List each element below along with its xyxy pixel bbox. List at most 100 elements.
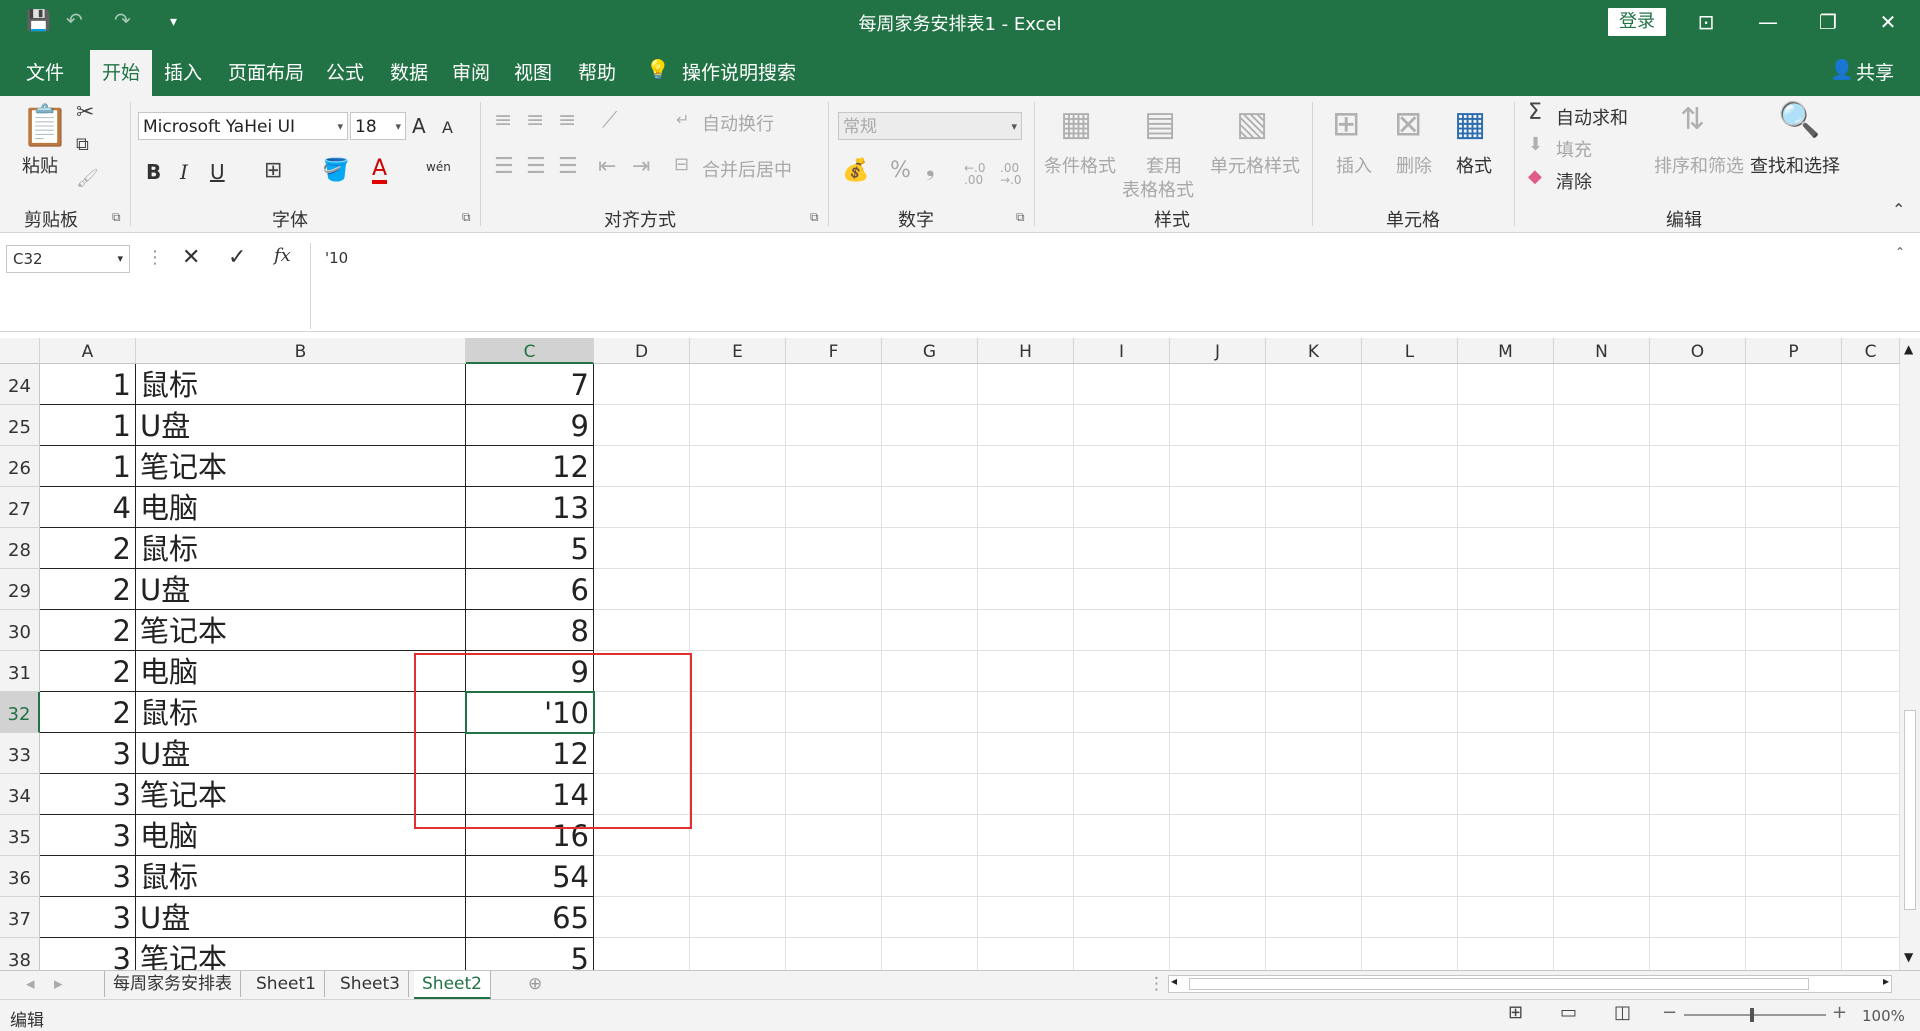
column-header-a[interactable]: A: [40, 338, 136, 364]
scroll-left-icon[interactable]: ◂: [1171, 974, 1177, 988]
cell-a[interactable]: 1: [40, 364, 136, 405]
cell-empty[interactable]: [1362, 938, 1458, 970]
cell-empty[interactable]: [690, 405, 786, 446]
select-all-corner[interactable]: [0, 338, 40, 364]
column-header-p[interactable]: P: [1746, 338, 1842, 364]
cell-empty[interactable]: [1746, 774, 1842, 815]
cell-empty[interactable]: [1746, 856, 1842, 897]
cell-empty[interactable]: [882, 405, 978, 446]
cell-empty[interactable]: [1362, 897, 1458, 938]
sheet-tab-weekly[interactable]: 每周家务安排表: [104, 971, 241, 997]
row-header[interactable]: 26: [0, 446, 40, 487]
cell-empty[interactable]: [1074, 733, 1170, 774]
number-launcher-icon[interactable]: ⧉: [1016, 210, 1025, 225]
cell-empty[interactable]: [1650, 651, 1746, 692]
cell-empty[interactable]: [1650, 815, 1746, 856]
orientation-icon[interactable]: ⟋: [602, 108, 617, 133]
cell-empty[interactable]: [882, 897, 978, 938]
column-header-n[interactable]: N: [1554, 338, 1650, 364]
cell-empty[interactable]: [690, 733, 786, 774]
cell-empty[interactable]: [1554, 569, 1650, 610]
merge-center-button[interactable]: 合并后居中: [702, 156, 792, 182]
cell-empty[interactable]: [690, 815, 786, 856]
increase-indent-icon[interactable]: ⇥: [632, 154, 650, 179]
paste-icon[interactable]: 📋: [20, 102, 70, 149]
cell-c[interactable]: 9: [466, 405, 594, 446]
cancel-edit-icon[interactable]: ✕: [182, 245, 200, 270]
cell-empty[interactable]: [1554, 774, 1650, 815]
column-header-j[interactable]: J: [1170, 338, 1266, 364]
cell-styles-button[interactable]: 单元格样式: [1210, 152, 1300, 178]
vertical-scrollbar[interactable]: ▲ ▼: [1900, 338, 1920, 970]
cell-empty[interactable]: [1266, 487, 1362, 528]
cell-empty[interactable]: [1554, 692, 1650, 733]
cell-empty[interactable]: [1362, 569, 1458, 610]
italic-button[interactable]: I: [180, 160, 188, 184]
cell-empty[interactable]: [1746, 897, 1842, 938]
wrap-text-button[interactable]: 自动换行: [702, 110, 774, 136]
cell-a[interactable]: 1: [40, 446, 136, 487]
tab-page-layout[interactable]: 页面布局: [228, 58, 304, 85]
cell-empty[interactable]: [1074, 364, 1170, 405]
tab-insert[interactable]: 插入: [164, 58, 202, 85]
cell-empty[interactable]: [1170, 692, 1266, 733]
column-header-o[interactable]: O: [1650, 338, 1746, 364]
cell-empty[interactable]: [882, 651, 978, 692]
close-icon[interactable]: ✕: [1868, 6, 1908, 38]
column-header-l[interactable]: L: [1362, 338, 1458, 364]
cell-empty[interactable]: [1746, 610, 1842, 651]
cell-empty[interactable]: [978, 364, 1074, 405]
cell-b[interactable]: U盘: [136, 405, 466, 446]
cell-empty[interactable]: [1554, 938, 1650, 970]
cell-empty[interactable]: [1554, 487, 1650, 528]
cell-empty[interactable]: [1842, 897, 1900, 938]
find-select-button[interactable]: 查找和选择: [1750, 152, 1840, 178]
column-header-k[interactable]: K: [1266, 338, 1362, 364]
collapse-ribbon-icon[interactable]: ⌃: [1892, 200, 1905, 219]
cell-empty[interactable]: [1266, 610, 1362, 651]
cell-a[interactable]: 3: [40, 774, 136, 815]
cell-empty[interactable]: [786, 569, 882, 610]
cell-empty[interactable]: [1170, 897, 1266, 938]
tab-data[interactable]: 数据: [390, 58, 428, 85]
cell-empty[interactable]: [1458, 610, 1554, 651]
row-header[interactable]: 36: [0, 856, 40, 897]
cell-empty[interactable]: [1650, 856, 1746, 897]
cell-empty[interactable]: [1362, 815, 1458, 856]
cell-empty[interactable]: [1170, 487, 1266, 528]
zoom-slider[interactable]: [1684, 1008, 1826, 1022]
cell-empty[interactable]: [1266, 897, 1362, 938]
column-header-e[interactable]: E: [690, 338, 786, 364]
cell-a[interactable]: 3: [40, 938, 136, 970]
page-break-view-icon[interactable]: ◫: [1614, 1002, 1631, 1023]
cell-empty[interactable]: [1074, 405, 1170, 446]
align-top-icon[interactable]: ≡: [494, 108, 512, 133]
cell-empty[interactable]: [594, 364, 690, 405]
insert-function-icon[interactable]: fx: [274, 245, 291, 266]
column-header-h[interactable]: H: [978, 338, 1074, 364]
fill-icon[interactable]: ⬇: [1528, 134, 1543, 155]
cell-b[interactable]: 电脑: [136, 487, 466, 528]
cell-empty[interactable]: [1170, 651, 1266, 692]
scroll-right-icon[interactable]: ▸: [1883, 974, 1889, 988]
cell-c[interactable]: 13: [466, 487, 594, 528]
cell-empty[interactable]: [882, 856, 978, 897]
cell-empty[interactable]: [1458, 938, 1554, 970]
cell-empty[interactable]: [786, 446, 882, 487]
scroll-up-icon[interactable]: ▲: [1904, 342, 1913, 356]
cell-a[interactable]: 2: [40, 651, 136, 692]
cell-a[interactable]: 3: [40, 815, 136, 856]
row-header[interactable]: 33: [0, 733, 40, 774]
cell-empty[interactable]: [1650, 446, 1746, 487]
cell-empty[interactable]: [1266, 692, 1362, 733]
cell-empty[interactable]: [882, 774, 978, 815]
cell-empty[interactable]: [1266, 774, 1362, 815]
cell-empty[interactable]: [978, 856, 1074, 897]
fill-button[interactable]: 填充: [1556, 136, 1592, 162]
zoom-slider-thumb[interactable]: [1750, 1008, 1754, 1022]
cell-empty[interactable]: [1554, 815, 1650, 856]
cell-empty[interactable]: [786, 856, 882, 897]
cell-empty[interactable]: [978, 528, 1074, 569]
wrap-text-icon[interactable]: ↵: [676, 110, 689, 129]
font-color-button[interactable]: A: [372, 158, 388, 184]
